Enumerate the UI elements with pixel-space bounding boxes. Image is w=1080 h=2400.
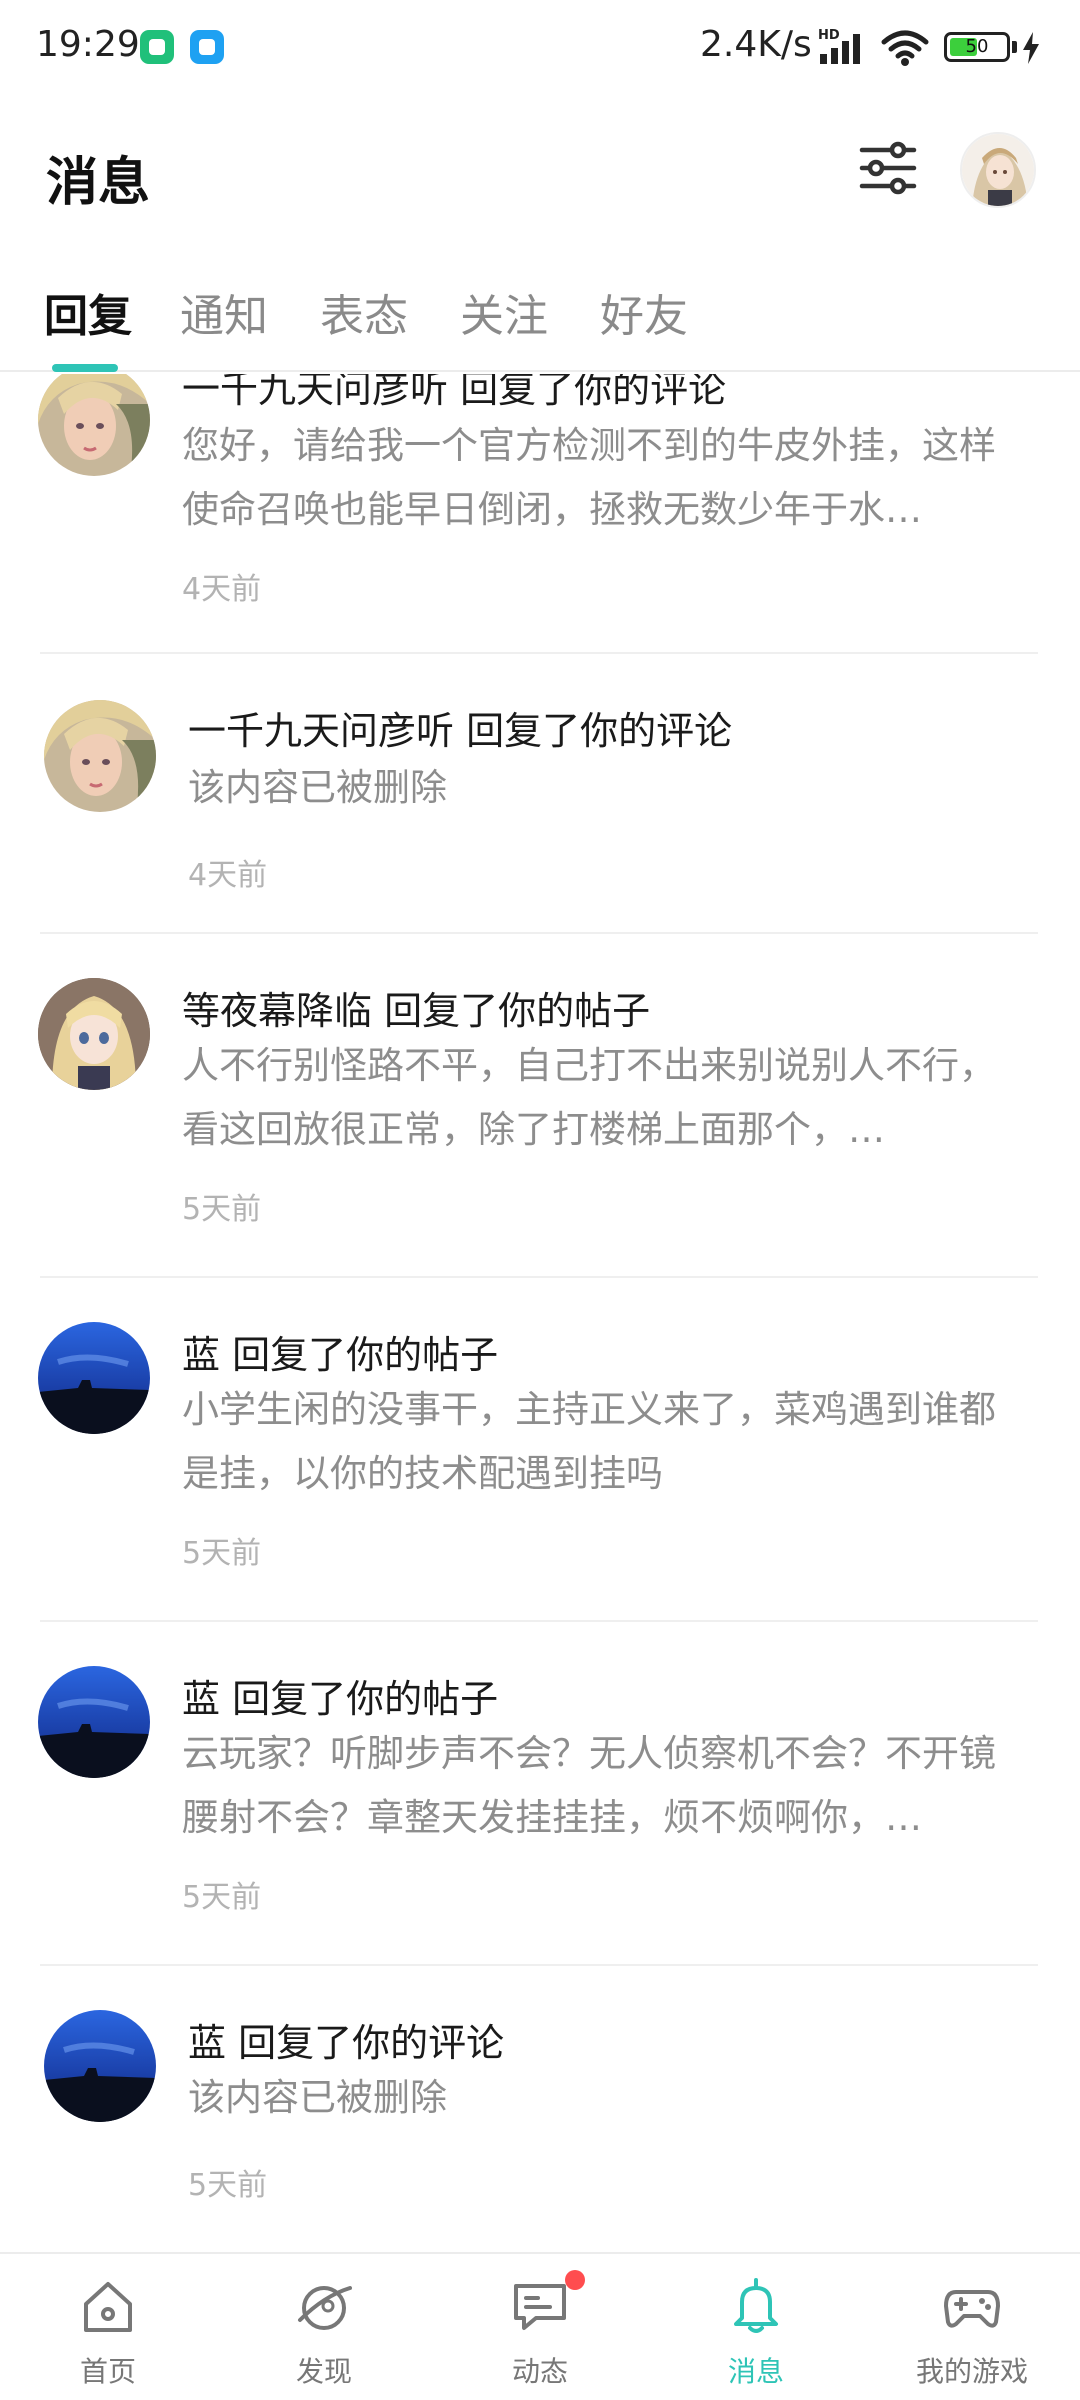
active-tab-indicator [52, 364, 118, 372]
feed-icon [514, 2284, 566, 2330]
nav-label: 首页 [79, 2355, 136, 2388]
nav-feed[interactable]: 动态 [432, 2254, 648, 2400]
list-item[interactable]: 蓝 回复了你的帖子 云玩家？听脚步声不会？无人侦察机不会？不开镜腰射不会？章整天… [0, 1622, 1080, 1966]
avatar[interactable] [38, 374, 150, 476]
filter-settings-button[interactable] [856, 136, 920, 200]
battery-tip [1012, 41, 1017, 53]
avatar[interactable] [44, 700, 156, 812]
message-title: 等夜幕降临 回复了你的帖子 [182, 989, 651, 1033]
home-icon [84, 2282, 132, 2332]
user-avatar-image [962, 134, 1034, 206]
message-body: 您好，请给我一个官方检测不到的牛皮外挂，这样使命召唤也能早日倒闭，拯救无数少年于… [182, 424, 996, 531]
page-title: 消息 [46, 153, 151, 213]
message-time: 5天前 [182, 1880, 262, 1915]
charging-icon [1023, 32, 1039, 64]
nav-label: 我的游戏 [915, 2355, 1028, 2388]
list-item[interactable]: 蓝 回复了你的帖子 小学生闲的没事干，主持正义来了，菜鸡遇到谁都是挂，以你的技术… [0, 1278, 1080, 1622]
avatar[interactable] [38, 1666, 150, 1778]
battery-level: 50 [965, 36, 989, 57]
bottom-navigation: 首页 发现 动态 消息 我的游戏 [0, 2252, 1080, 2400]
battery-icon: 50 [944, 32, 1010, 62]
bell-icon [734, 2278, 778, 2333]
message-body: 人不行别怪路不平，自己打不出来别说别人不行，看这回放很正常，除了打楼梯上面那个，… [182, 1044, 996, 1151]
nav-label: 发现 [295, 2355, 352, 2388]
blue-sky-avatar [44, 2010, 156, 2122]
message-title: 一千九天问彦听 回复了你的评论 [182, 374, 727, 411]
gamepad-icon [944, 2290, 1000, 2328]
blue-sky-avatar [38, 1322, 150, 1434]
discover-icon [298, 2286, 352, 2330]
message-title: 蓝 回复了你的评论 [188, 2021, 505, 2065]
message-title: 蓝 回复了你的帖子 [182, 1677, 499, 1721]
list-item[interactable]: 一千九天问彦听 回复了你的评论 该内容已被删除 4天前 [0, 654, 1080, 934]
message-title: 蓝 回复了你的帖子 [182, 1333, 499, 1377]
nav-discover[interactable]: 发现 [216, 2254, 432, 2400]
blonde-character-avatar [44, 700, 156, 812]
blonde-character-avatar [38, 374, 150, 476]
nav-messages[interactable]: 消息 [648, 2254, 864, 2400]
hd-badge: HD [818, 28, 840, 43]
list-item[interactable]: 蓝 回复了你的评论 该内容已被删除 5天前 [0, 1966, 1080, 2250]
tab-reactions[interactable]: 表态 [320, 280, 408, 344]
status-time: 19:29 [36, 24, 140, 65]
list-item[interactable]: 一千九天问彦听 回复了你的评论 您好，请给我一个官方检测不到的牛皮外挂，这样使命… [0, 374, 1080, 654]
tab-notifications[interactable]: 通知 [180, 280, 268, 344]
network-speed: 2.4K/s [700, 24, 812, 65]
message-body: 该内容已被删除 [188, 2076, 447, 2119]
message-time: 5天前 [188, 2168, 268, 2203]
message-time: 4天前 [182, 572, 262, 607]
tab-replies[interactable]: 回复 [44, 280, 132, 344]
chat-app-icon [190, 30, 224, 64]
message-time: 5天前 [182, 1192, 262, 1227]
message-body: 该内容已被删除 [188, 766, 447, 809]
tab-friends[interactable]: 好友 [600, 280, 688, 344]
message-list[interactable]: 一千九天问彦听 回复了你的评论 您好，请给我一个官方检测不到的牛皮外挂，这样使命… [0, 374, 1080, 2250]
anime-girl-avatar [38, 978, 150, 1090]
avatar[interactable] [38, 1322, 150, 1434]
tab-follows[interactable]: 关注 [460, 280, 548, 344]
nav-home[interactable]: 首页 [0, 2254, 216, 2400]
wifi-icon [881, 30, 929, 66]
user-avatar[interactable] [960, 132, 1036, 208]
message-body: 云玩家？听脚步声不会？无人侦察机不会？不开镜腰射不会？章整天发挂挂挂，烦不烦啊你… [182, 1732, 996, 1839]
message-time: 4天前 [188, 858, 268, 893]
nav-my-games[interactable]: 我的游戏 [864, 2254, 1080, 2400]
nav-label: 动态 [511, 2355, 568, 2388]
message-time: 5天前 [182, 1536, 262, 1571]
message-title: 一千九天问彦听 回复了你的评论 [188, 709, 733, 753]
avatar[interactable] [44, 2010, 156, 2122]
avatar[interactable] [38, 978, 150, 1090]
status-bar: 19:29 2.4K/s HD 50 [0, 0, 1080, 96]
message-tabs: 回复 通知 表态 关注 好友 [0, 260, 1080, 372]
blue-sky-avatar [38, 1666, 150, 1778]
notification-dot [565, 2270, 585, 2290]
list-item[interactable]: 等夜幕降临 回复了你的帖子 人不行别怪路不平，自己打不出来别说别人不行，看这回放… [0, 934, 1080, 1278]
nav-label: 消息 [727, 2355, 784, 2388]
message-body: 小学生闲的没事干，主持正义来了，菜鸡遇到谁都是挂，以你的技术配遇到挂吗 [182, 1388, 996, 1495]
shield-app-icon [140, 30, 174, 64]
